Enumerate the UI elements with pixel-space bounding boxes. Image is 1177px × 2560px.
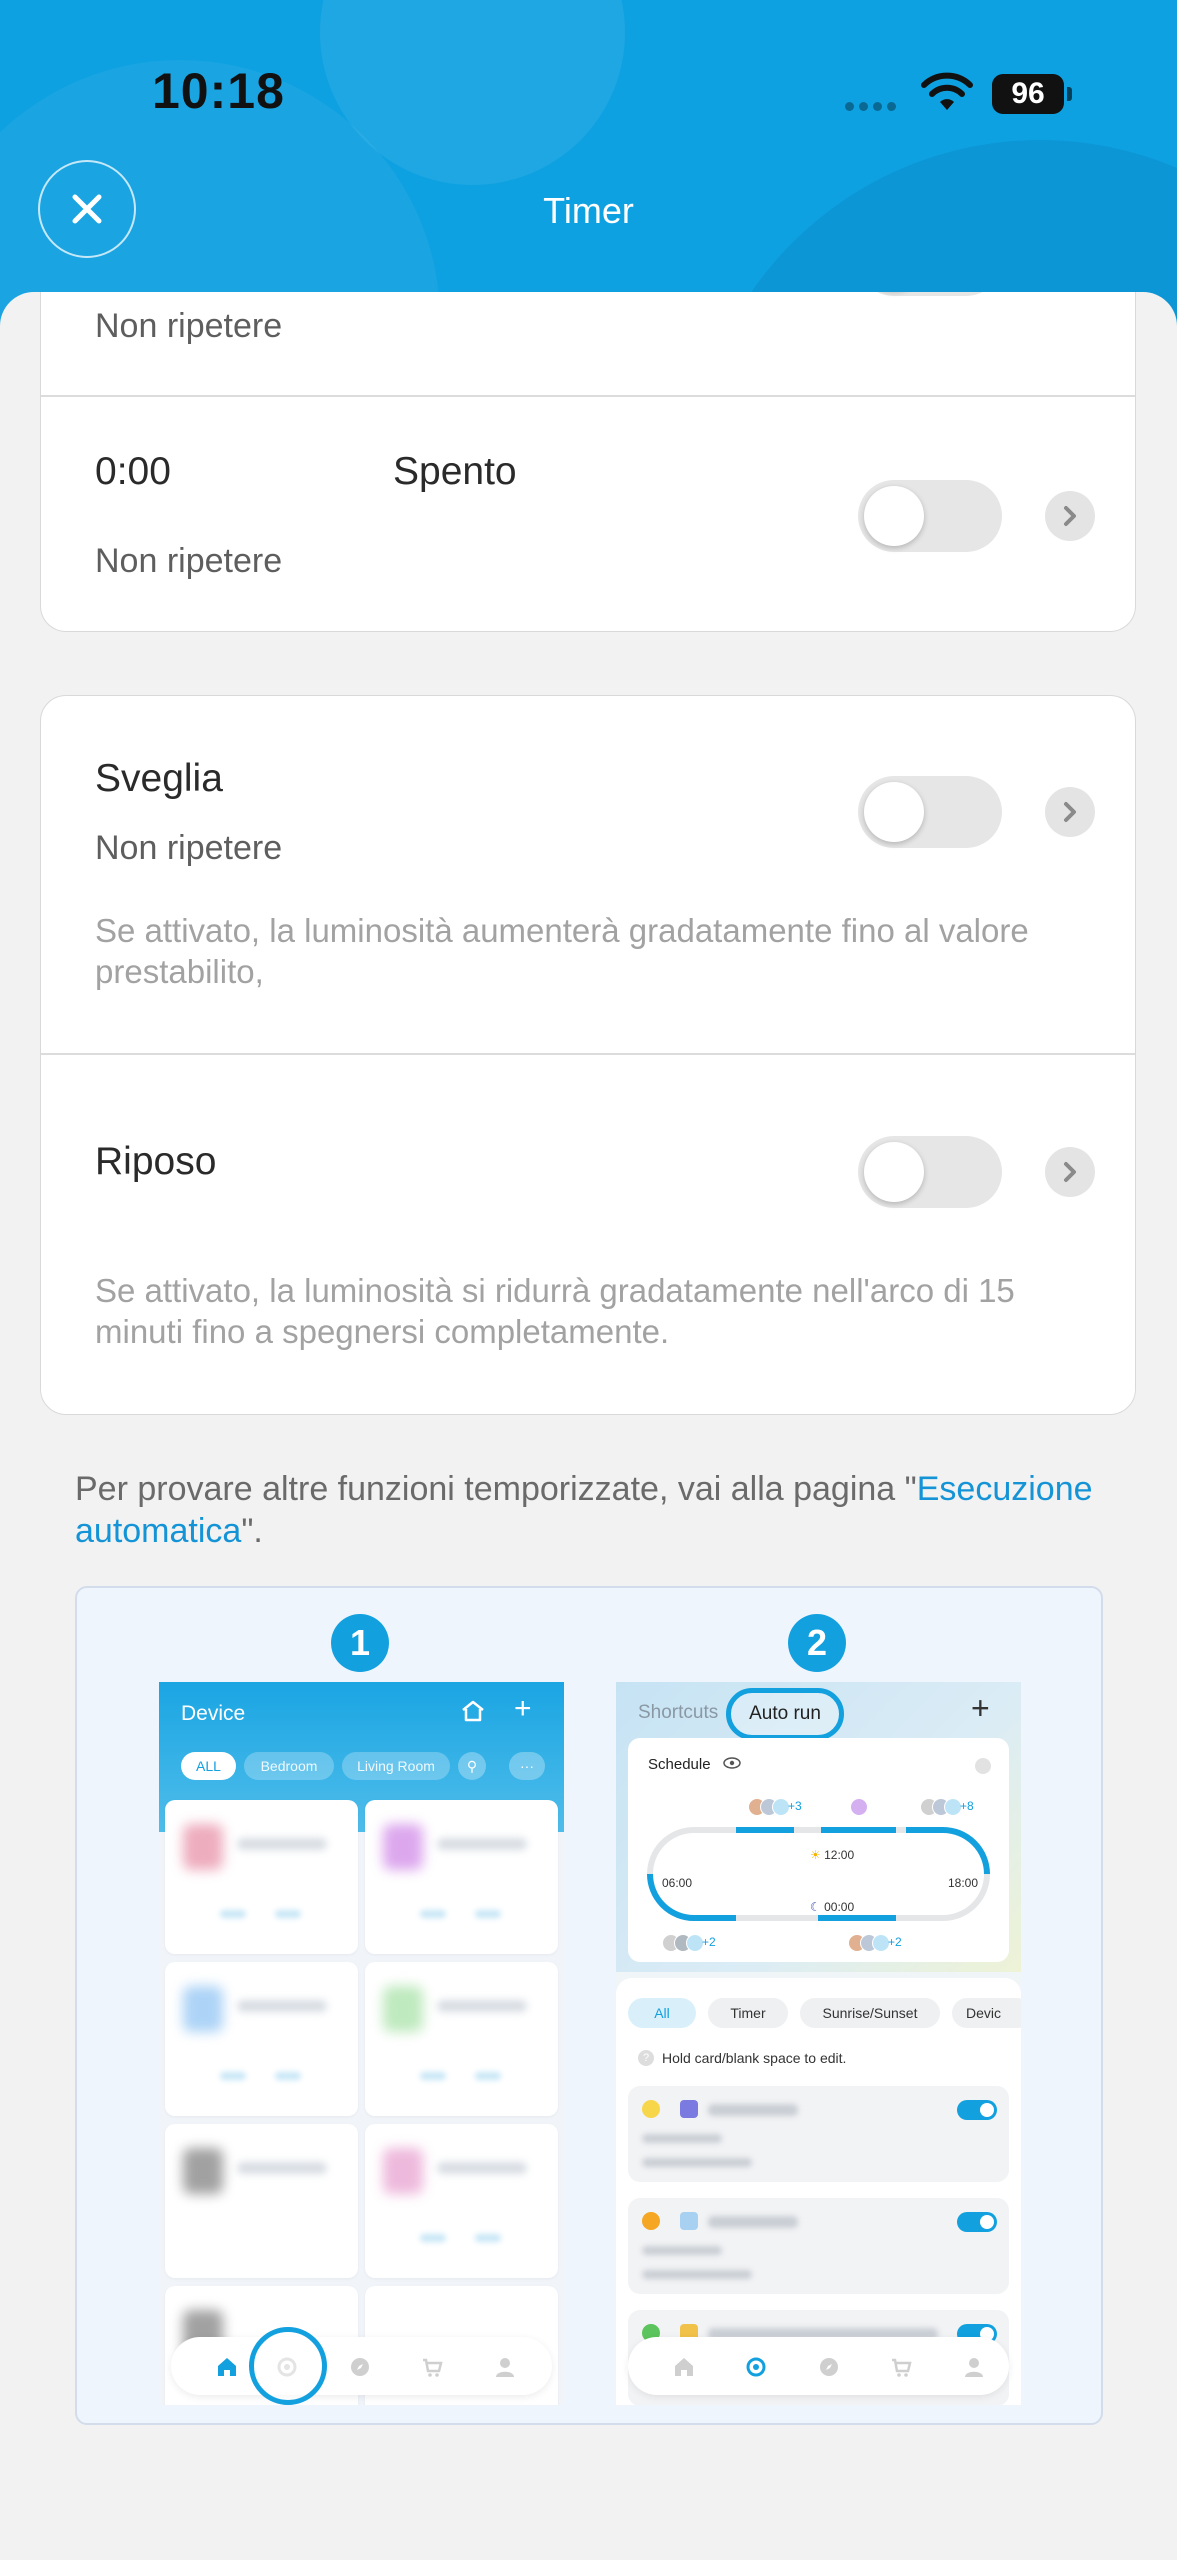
filter-chip: Sunrise/Sunset (800, 1998, 940, 2028)
page-title: Timer (543, 190, 634, 231)
time-label: ☀ 12:00 (810, 1848, 855, 1862)
automation-switch (957, 2100, 997, 2120)
device-tile (365, 1800, 558, 1954)
home-icon (675, 2358, 693, 2376)
time-label: ☾ 00:00 (810, 1900, 855, 1914)
automation-card (628, 2198, 1009, 2294)
automation-icon (746, 2357, 766, 2377)
step-badge: 2 (788, 1614, 846, 1672)
sleep-toggle[interactable] (858, 1136, 1002, 1208)
filter-chip: ALL (181, 1752, 236, 1780)
more-icon: ··· (509, 1752, 545, 1780)
avatar-count: +3 (788, 1799, 802, 1813)
profile-icon (965, 2358, 983, 2377)
status-time: 10:18 (152, 63, 285, 119)
divider (41, 1053, 1135, 1055)
timer-detail-button[interactable] (1045, 491, 1095, 541)
device-tile (165, 1800, 358, 1954)
shop-icon (892, 2358, 912, 2377)
filter-chip: Devic (952, 1998, 1021, 2028)
wake-description: Se attivato, la luminosità aumenterà gra… (95, 912, 1029, 990)
timer-repeat: Non ripetere (95, 542, 283, 580)
hold-tip: ? Hold card/blank space to edit. (638, 2050, 846, 2066)
add-icon: + (514, 1692, 532, 1725)
filter-chip: All (628, 1998, 696, 2028)
automation-card (628, 2086, 1009, 2182)
avatar-count: +8 (960, 1799, 974, 1813)
schedule-card: Schedule +3 +8 ☀ 12:00 06:00 18:00 ☾ 00:… (628, 1738, 1009, 1962)
chevron-right-icon (1064, 1162, 1076, 1182)
device-tile (365, 1962, 558, 2116)
avatar-group (662, 1934, 704, 1952)
divider (41, 395, 1135, 397)
automation-switch (957, 2212, 997, 2232)
sleep-detail-button[interactable] (1045, 1147, 1095, 1197)
preview-nav-bar (171, 2337, 552, 2395)
avatar-group (920, 1798, 962, 1816)
filter-chip: Bedroom (244, 1752, 334, 1780)
help-icon: ? (638, 2050, 654, 2066)
timer-toggle[interactable] (858, 480, 1002, 552)
wake-detail-button[interactable] (1045, 787, 1095, 837)
tab-shortcuts: Shortcuts (638, 1702, 719, 1723)
chevron-right-icon (1064, 506, 1076, 526)
home-icon (218, 2358, 236, 2376)
timer-toggle[interactable] (858, 292, 1002, 296)
avatar-group (748, 1798, 790, 1816)
battery-indicator: 96 (992, 74, 1072, 114)
preview-title: Device (181, 1702, 246, 1725)
signal-icon (845, 102, 896, 111)
home-manage-icon (462, 1700, 484, 1722)
wake-title: Sveglia (95, 757, 223, 800)
timers-card: Non ripetere 0:00 Spento Non ripetere (40, 292, 1136, 632)
add-icon: + (971, 1690, 990, 1726)
timer-repeat: Non ripetere (95, 307, 283, 345)
device-tile (165, 1962, 358, 2116)
auto-run-hint: Per provare altre funzioni temporizzate,… (75, 1468, 1095, 1552)
avatar-group (848, 1934, 890, 1952)
auto-run-illustration: 1 2 Device + ALL Bedroom Living Room ⚲ ·… (75, 1586, 1103, 2425)
hold-tip-text: Hold card/blank space to edit. (662, 2050, 847, 2066)
avatar-group (850, 1798, 868, 1816)
hint-text: Per provare altre funzioni temporizzate,… (75, 1470, 917, 1508)
sleep-title: Riposo (95, 1140, 217, 1183)
auto-run-screen-preview: Shortcuts Auto run + Schedule +3 +8 ☀ 12… (616, 1682, 1021, 2405)
device-tile (365, 2124, 558, 2278)
search-icon: ⚲ (458, 1752, 486, 1780)
chevron-right-icon (975, 1758, 991, 1774)
avatar-count: +2 (702, 1935, 716, 1949)
explore-icon (351, 2358, 369, 2376)
wake-sleep-card: Sveglia Non ripetere Se attivato, la lum… (40, 695, 1136, 1415)
shop-icon (423, 2358, 443, 2377)
wifi-icon (921, 72, 973, 110)
tab-auto-run: Auto run (726, 1688, 844, 1740)
timer-sheet: Non ripetere 0:00 Spento Non ripetere Sv… (0, 292, 1177, 2560)
device-tile (165, 2124, 358, 2278)
eye-icon (723, 1757, 741, 1769)
highlight-ring (249, 2327, 327, 2405)
device-screen-preview: Device + ALL Bedroom Living Room ⚲ ··· (159, 1682, 564, 2405)
step-badge: 1 (331, 1614, 389, 1672)
chevron-right-icon (1064, 802, 1076, 822)
time-label: 18:00 (948, 1876, 979, 1890)
wake-toggle[interactable] (858, 776, 1002, 848)
timer-time: 0:00 (95, 450, 171, 493)
avatar-count: +2 (888, 1935, 902, 1949)
profile-icon (496, 2358, 514, 2377)
header-bar: 10:18 96 Timer (0, 0, 1177, 330)
wake-repeat: Non ripetere (95, 829, 283, 867)
sleep-description: Se attivato, la luminosità si ridurrà gr… (95, 1272, 1015, 1350)
filter-chip: Timer (708, 1998, 788, 2028)
hint-text-end: ". (241, 1512, 263, 1550)
time-label: 06:00 (662, 1876, 693, 1890)
preview-nav-bar (628, 2337, 1009, 2395)
explore-icon (820, 2358, 838, 2376)
schedule-title: Schedule (648, 1756, 711, 1773)
timer-mode: Spento (393, 450, 517, 493)
filter-chip: Living Room (342, 1752, 450, 1780)
